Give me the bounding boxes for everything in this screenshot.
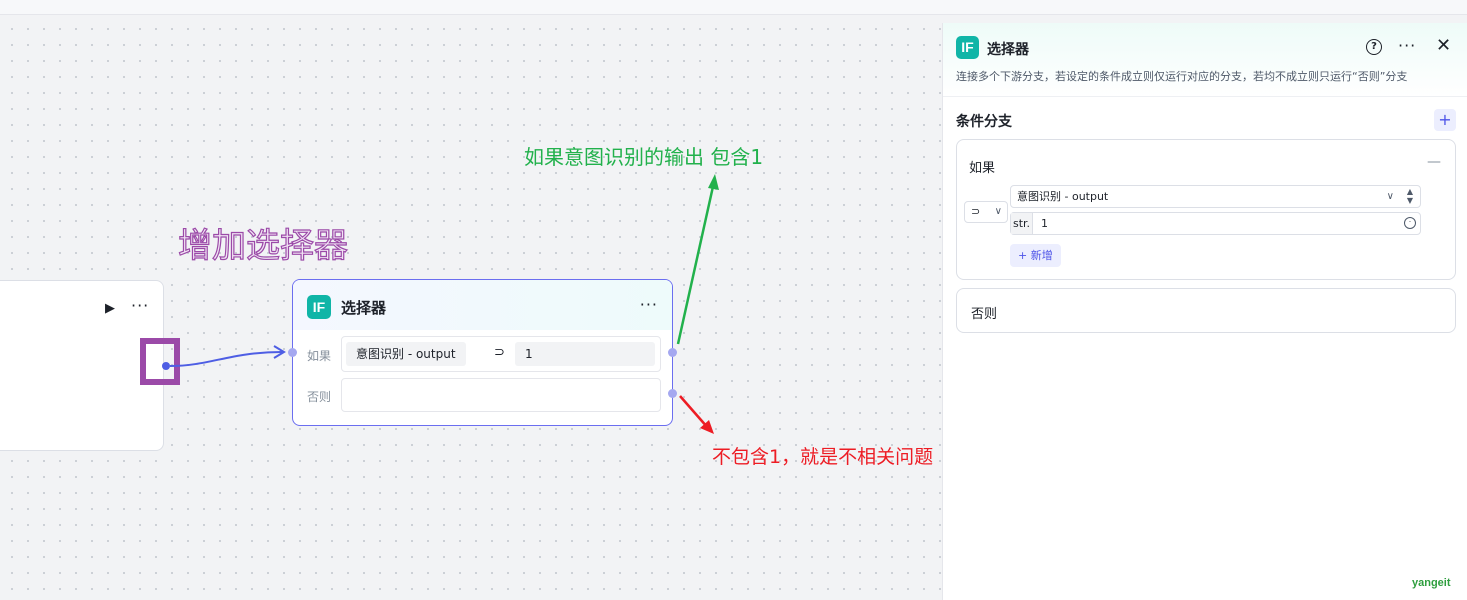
- play-icon[interactable]: ▶: [105, 301, 115, 316]
- panel-title: 选择器: [987, 42, 1029, 58]
- condition-operator: ⊃: [494, 345, 505, 360]
- chevron-down-icon: ∨: [994, 206, 1002, 217]
- more-icon[interactable]: ···: [640, 295, 658, 314]
- else-row[interactable]: [341, 378, 661, 412]
- more-icon[interactable]: ···: [1398, 36, 1416, 55]
- condition-row[interactable]: 意图识别 - output ⊃ 1: [341, 336, 661, 372]
- operator-select[interactable]: ⊃ ∨: [964, 201, 1008, 223]
- annotation-red: 不包含1，就是不相关问题: [712, 446, 934, 468]
- collapse-icon[interactable]: —: [1427, 154, 1441, 170]
- variable-value: 意图识别 - output: [1017, 190, 1109, 203]
- input-port-handle[interactable]: [288, 348, 297, 357]
- operator-value: ⊃: [971, 205, 981, 218]
- if-icon: IF: [307, 295, 331, 319]
- else-branch-title: 否则: [971, 307, 998, 322]
- add-branch-button[interactable]: +: [1434, 109, 1456, 131]
- chevron-down-icon: ∨: [1386, 191, 1394, 202]
- value-text: 1: [1041, 217, 1048, 230]
- section-title: 条件分支: [956, 114, 1012, 130]
- selector-node[interactable]: IF 选择器 ··· 如果 意图识别 - output ⊃ 1 否则: [292, 279, 673, 426]
- close-icon[interactable]: ✕: [1436, 35, 1451, 56]
- else-label: 否则: [307, 390, 332, 404]
- output-port-highlight: [140, 338, 180, 385]
- if-icon: IF: [956, 36, 979, 59]
- if-branch-card: 如果 — ⊃ ∨ 意图识别 - output ∨ ▲ ▼ str. 1 · + 新…: [956, 139, 1456, 280]
- else-branch-card: 否则: [956, 288, 1456, 333]
- annotation-purple: 增加选择器: [177, 225, 348, 266]
- if-branch-title: 如果: [969, 161, 996, 176]
- help-icon[interactable]: ?: [1366, 39, 1382, 55]
- add-condition-button[interactable]: + 新增: [1010, 244, 1061, 267]
- watermark: yangeit: [1412, 577, 1451, 589]
- more-icon[interactable]: ···: [131, 296, 149, 315]
- top-bar: [0, 0, 1467, 15]
- if-output-handle[interactable]: [668, 348, 677, 357]
- panel-header: IF 选择器 ? ··· ✕ 连接多个下游分支，若设定的条件成立则仅运行对应的分…: [943, 23, 1467, 97]
- panel-description: 连接多个下游分支，若设定的条件成立则仅运行对应的分支，若均不成立则只运行“否则”…: [956, 70, 1408, 83]
- condition-variable: 意图识别 - output: [346, 342, 466, 366]
- selector-node-title: 选择器: [341, 299, 387, 317]
- variable-reference-icon[interactable]: ·: [1404, 217, 1416, 229]
- condition-value: 1: [515, 342, 655, 366]
- value-input[interactable]: str. 1 ·: [1010, 212, 1421, 235]
- output-port-handle[interactable]: [162, 362, 170, 370]
- value-type-badge[interactable]: str.: [1011, 213, 1033, 234]
- annotation-green: 如果意图识别的输出 包含1: [524, 145, 764, 169]
- selector-node-header: IF 选择器 ···: [293, 280, 672, 330]
- selector-config-panel: IF 选择器 ? ··· ✕ 连接多个下游分支，若设定的条件成立则仅运行对应的分…: [942, 23, 1467, 600]
- stepper-icon[interactable]: ▲ ▼: [1403, 187, 1417, 205]
- variable-select[interactable]: 意图识别 - output ∨ ▲ ▼: [1010, 185, 1421, 208]
- if-label: 如果: [307, 349, 332, 363]
- else-output-handle[interactable]: [668, 389, 677, 398]
